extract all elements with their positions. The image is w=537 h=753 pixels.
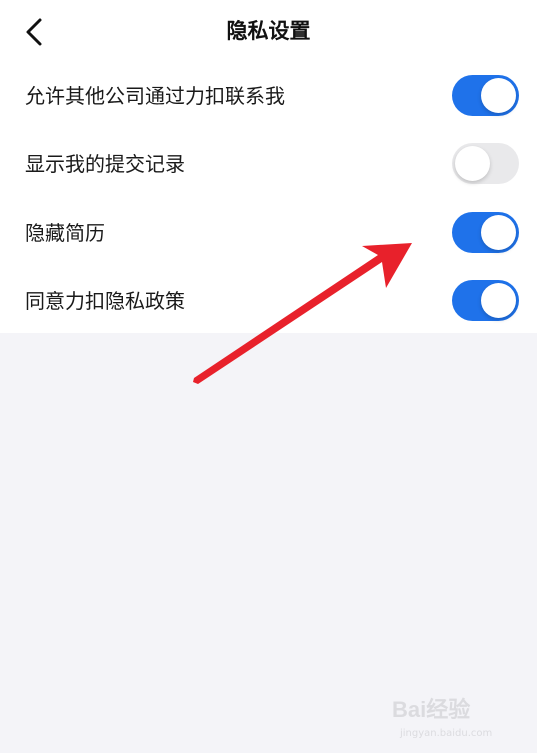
watermark-url: jingyan.baidu.com (400, 728, 493, 739)
setting-label: 允许其他公司通过力扣联系我 (25, 84, 285, 108)
page-title: 隐私设置 (226, 19, 311, 43)
toggle-knob (481, 215, 516, 250)
toggle-knob (481, 78, 516, 113)
watermark: Bai经验 jingyan.baidu.com (392, 692, 532, 748)
navigation-bar: 隐私设置 (0, 0, 537, 62)
setting-row-hide-resume: 隐藏简历 (0, 199, 537, 267)
setting-row-privacy-policy: 同意力扣隐私政策 (0, 267, 537, 335)
baidu-jingyan-logo: Bai经验 (392, 697, 471, 722)
show-submissions-toggle[interactable] (452, 143, 519, 184)
setting-label: 显示我的提交记录 (25, 152, 185, 176)
hide-resume-toggle[interactable] (452, 212, 519, 253)
setting-row-show-submissions: 显示我的提交记录 (0, 130, 537, 198)
privacy-policy-toggle[interactable] (452, 280, 519, 321)
allow-contact-toggle[interactable] (452, 75, 519, 116)
settings-panel: 隐私设置 允许其他公司通过力扣联系我 显示我的提交记录 隐藏简历 同意力扣隐私政… (0, 0, 537, 333)
setting-row-allow-contact: 允许其他公司通过力扣联系我 (0, 62, 537, 130)
privacy-settings-screen: 隐私设置 允许其他公司通过力扣联系我 显示我的提交记录 隐藏简历 同意力扣隐私政… (0, 0, 537, 753)
toggle-knob (481, 283, 516, 318)
toggle-knob (455, 146, 490, 181)
setting-label: 同意力扣隐私政策 (25, 289, 185, 313)
setting-label: 隐藏简历 (25, 221, 105, 245)
